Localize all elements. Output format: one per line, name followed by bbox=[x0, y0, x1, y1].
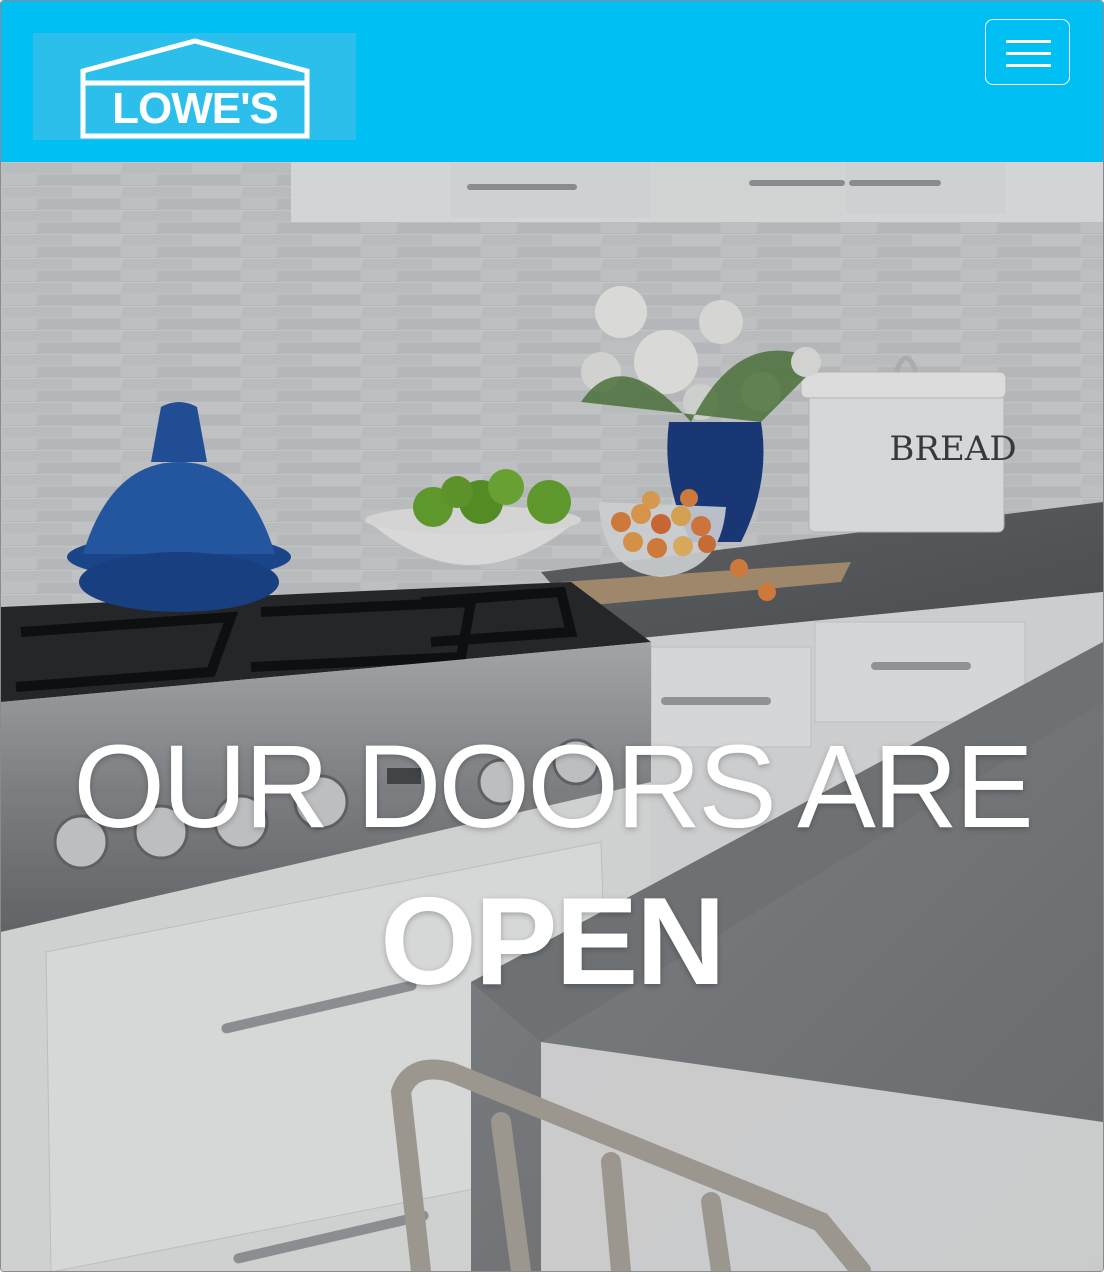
logo-wordmark: LOWE'S bbox=[112, 84, 278, 133]
page-frame: LOWE'S BREAD OUR DOORS ARE OPEN bbox=[0, 0, 1104, 1272]
kitchen-photo: BREAD bbox=[1, 162, 1103, 1271]
hero-headline-line1: OUR DOORS ARE bbox=[73, 721, 1034, 854]
hero-banner: BREAD OUR DOORS ARE OPEN bbox=[1, 162, 1103, 1271]
site-header: LOWE'S bbox=[1, 1, 1103, 162]
menu-toggle-button[interactable] bbox=[985, 19, 1070, 85]
logo-house-outline: LOWE'S bbox=[80, 38, 310, 139]
hero-headline: OUR DOORS ARE OPEN bbox=[1, 728, 1103, 1004]
lowes-logo[interactable]: LOWE'S bbox=[33, 33, 356, 140]
hero-headline-line2: OPEN bbox=[380, 873, 725, 1012]
